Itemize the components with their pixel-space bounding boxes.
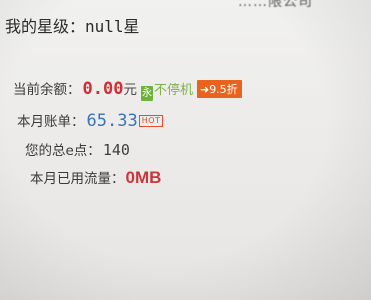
balance-label: 当前余额： (13, 82, 81, 98)
balance-row: 当前余额： 0.00元永不停机 ➜9.5折 (13, 78, 242, 101)
no-stop-link[interactable]: 不停机 (154, 83, 193, 98)
discount-arrow-icon: ➜ (199, 83, 210, 96)
discount-badge-text: 9.5折 (209, 83, 238, 96)
balance-value: 0.00 (82, 79, 124, 99)
star-level-label: 我的星级： (5, 17, 86, 36)
star-level-row: 我的星级：null星 (5, 13, 140, 37)
points-value: 140 (102, 141, 130, 159)
no-stop-icon[interactable]: 永 (140, 86, 153, 101)
points-label: 您的总e点： (25, 143, 101, 159)
star-level-value: null星 (85, 17, 140, 36)
bill-label: 本月账单： (17, 114, 85, 130)
data-usage-label: 本月已用流量： (30, 171, 125, 187)
bill-row: 本月账单： 65.33 HOT (17, 110, 164, 131)
data-usage-value: 0MB (125, 168, 162, 187)
points-row: 您的总e点： 140 (25, 139, 130, 159)
discount-badge[interactable]: ➜9.5折 (196, 80, 242, 98)
balance-unit: 元 (123, 82, 137, 98)
company-header-text: ……限公司 (238, 0, 313, 10)
hot-badge: HOT (138, 115, 164, 127)
data-usage-row: 本月已用流量：0MB (30, 167, 161, 188)
bill-value[interactable]: 65.33 (87, 111, 138, 131)
